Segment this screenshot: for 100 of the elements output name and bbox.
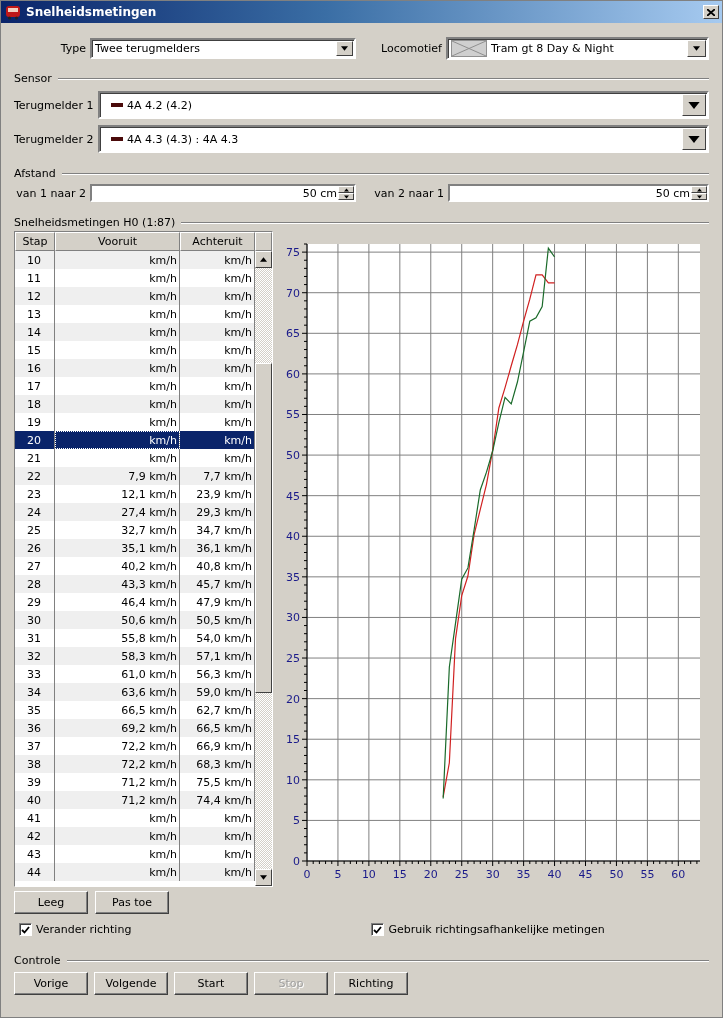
field-label: Terugmelder 1 <box>14 98 95 112</box>
y-tick-label: 70 <box>286 286 300 300</box>
table-cell: 44 <box>15 863 55 881</box>
table-row[interactable]: 44 km/h km/h <box>15 863 255 881</box>
field-label: Terugmelder 2 <box>14 132 95 146</box>
x-tick-label: 45 <box>578 868 593 881</box>
y-tick-label: 10 <box>286 773 300 787</box>
column-header[interactable]: Vooruit <box>55 232 180 251</box>
locomotive-dropdown[interactable]: Tram gt 8 Day & Night <box>446 37 709 60</box>
checkbox-label: Gebruik richtingsafhankelijke metingen <box>388 923 605 936</box>
x-tick-label: 20 <box>423 868 438 881</box>
down-arrow-icon <box>696 194 702 199</box>
down-arrow-icon <box>260 875 267 880</box>
control-button[interactable]: Volgende <box>94 972 168 995</box>
check-icon <box>373 925 383 934</box>
checkbox-label: Verander richting <box>36 923 132 936</box>
table-row[interactable]: 36 69,2 km/h 66,5 km/h <box>15 719 255 737</box>
up-arrow-icon <box>343 187 349 192</box>
x-tick-label: 55 <box>640 868 655 881</box>
y-tick-label: 45 <box>286 489 300 503</box>
type-dropdown[interactable]: Twee terugmelders <box>90 38 356 59</box>
y-tick-label: 30 <box>286 611 300 625</box>
control-button[interactable]: Start <box>174 972 248 995</box>
section-heading: Sensor <box>14 72 52 85</box>
table-row[interactable]: 30 50,6 km/h 50,5 km/h <box>15 611 255 629</box>
y-tick-label: 20 <box>286 692 300 706</box>
y-tick-label: 40 <box>286 530 300 544</box>
option-checkbox[interactable]: Gebruik richtingsafhankelijke metingen <box>371 923 709 936</box>
x-tick-label: 50 <box>609 868 624 881</box>
x-tick-label: 10 <box>361 868 376 881</box>
y-tick-label: 15 <box>286 733 300 747</box>
y-tick-label: 50 <box>286 449 300 463</box>
checkbox[interactable] <box>371 923 385 936</box>
x-tick-label: 30 <box>485 868 500 881</box>
sensor-dropdown[interactable]: 4A 4.3 (4.3) : 4A 4.3 <box>98 125 709 153</box>
window-title: Snelheidsmetingen <box>26 5 158 19</box>
control-button[interactable]: Vorige <box>14 972 88 995</box>
field-label: Locomotief <box>380 42 443 55</box>
train-icon <box>5 4 21 20</box>
table-row[interactable]: 38 72,2 km/h 68,3 km/h <box>15 755 255 773</box>
checkbox[interactable] <box>19 923 32 936</box>
up-arrow-icon <box>260 257 267 262</box>
sensor-icon <box>111 137 123 141</box>
table-row[interactable]: 42 km/h km/h <box>15 827 255 845</box>
dropdown-arrow-icon <box>688 101 700 109</box>
x-tick-label: 60 <box>671 868 686 881</box>
scrollbar[interactable] <box>255 251 272 886</box>
y-tick-label: 75 <box>286 246 300 260</box>
distance-field[interactable]: 50 cm <box>448 184 709 202</box>
dropdown-arrow-icon <box>688 135 700 143</box>
table-row[interactable]: 28 43,3 km/h 45,7 km/h <box>15 575 255 593</box>
table-row[interactable]: 14 km/h km/h <box>15 323 255 341</box>
option-checkbox[interactable]: Verander richting <box>19 923 372 936</box>
table-row[interactable]: 10 km/h km/h <box>15 251 255 269</box>
dropdown-arrow-icon <box>341 46 348 51</box>
section-heading: Afstand <box>14 167 56 180</box>
y-tick-label: 55 <box>286 408 300 422</box>
table-row[interactable]: 34 63,6 km/h 59,0 km/h <box>15 683 255 701</box>
check-icon <box>21 925 30 934</box>
table-row[interactable]: 20 km/h km/h <box>15 431 255 449</box>
y-tick-label: 65 <box>286 327 300 341</box>
sensor-icon <box>111 103 123 107</box>
up-arrow-icon <box>696 187 702 192</box>
table-row[interactable]: 32 58,3 km/h 57,1 km/h <box>15 647 255 665</box>
column-header[interactable]: Achteruit <box>180 232 255 251</box>
y-tick-label: 25 <box>286 652 300 666</box>
x-tick-label: 40 <box>547 868 562 881</box>
table-row[interactable]: 24 27,4 km/h 29,3 km/h <box>15 503 255 521</box>
section-heading: Snelheidsmetingen H0 (1:87) <box>14 216 176 229</box>
field-label: van 1 naar 2 <box>15 186 87 200</box>
distance-field[interactable]: 50 cm <box>90 184 356 202</box>
table-cell: km/h <box>55 863 180 881</box>
table-row[interactable]: 40 71,2 km/h 74,4 km/h <box>15 791 255 809</box>
down-arrow-icon <box>343 194 349 199</box>
close-icon <box>707 8 715 16</box>
field-label: Type <box>59 42 87 55</box>
table-action-button[interactable]: Leeg <box>14 891 88 914</box>
section-heading: Controle <box>14 954 61 967</box>
x-tick-label: 15 <box>392 868 407 881</box>
table-row[interactable]: 12 km/h km/h <box>15 287 255 305</box>
image-placeholder-icon <box>451 40 487 57</box>
x-tick-label: 5 <box>334 868 342 881</box>
table-row[interactable]: 18 km/h km/h <box>15 395 255 413</box>
table-row[interactable]: 22 7,9 km/h 7,7 km/h <box>15 467 255 485</box>
table-action-button[interactable]: Pas toe <box>95 891 169 914</box>
control-button[interactable]: Richting <box>334 972 408 995</box>
x-tick-label: 35 <box>516 868 531 881</box>
sensor-dropdown[interactable]: 4A 4.2 (4.2) <box>98 91 709 119</box>
y-tick-label: 35 <box>286 570 300 584</box>
x-tick-label: 25 <box>454 868 469 881</box>
y-tick-label: 60 <box>286 367 300 381</box>
table-row[interactable]: 16 km/h km/h <box>15 359 255 377</box>
table-row[interactable]: 26 35,1 km/h 36,1 km/h <box>15 539 255 557</box>
column-header[interactable]: Stap <box>15 232 55 251</box>
dropdown-arrow-icon <box>693 46 700 51</box>
close-button[interactable] <box>703 5 719 19</box>
y-tick-label: 5 <box>293 814 300 828</box>
scroll-thumb[interactable] <box>255 363 272 693</box>
y-tick-label: 0 <box>293 855 300 868</box>
x-tick-label: 0 <box>303 868 311 881</box>
